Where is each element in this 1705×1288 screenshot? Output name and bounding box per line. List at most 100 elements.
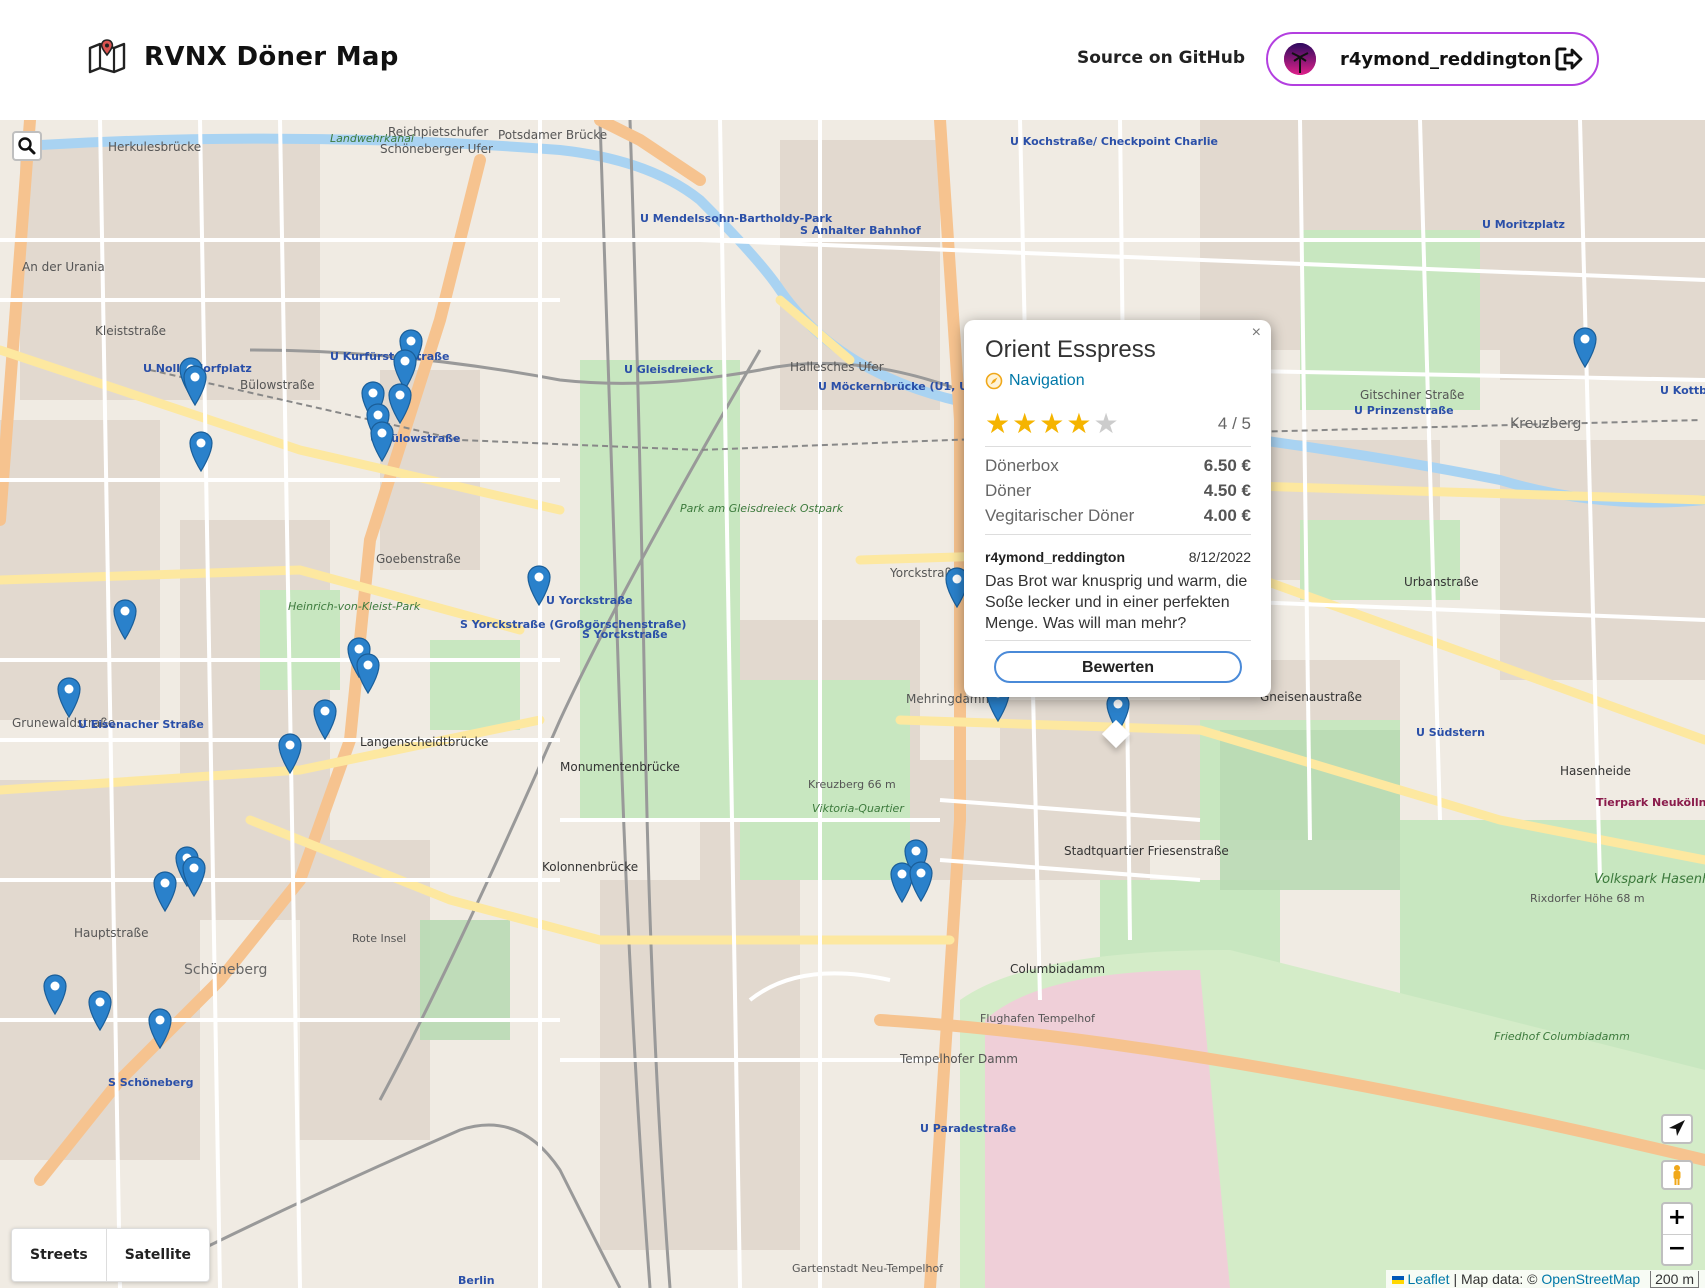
layer-streets-button[interactable]: Streets bbox=[12, 1229, 107, 1281]
map-label: Kolonnenbrücke bbox=[542, 860, 639, 874]
layer-satellite-button[interactable]: Satellite bbox=[107, 1229, 209, 1281]
price-list: Dönerbox 6.50 € Döner 4.50 € Vegitarisch… bbox=[985, 447, 1251, 535]
shop-popup: × Orient Esspress Navigation ★★★★★ 4 / 5… bbox=[964, 320, 1271, 697]
review-header: r4ymond_reddington 8/12/2022 bbox=[985, 549, 1251, 565]
map-label: U Gleisdreieck bbox=[624, 363, 714, 376]
user-menu[interactable]: r4ymond_reddington bbox=[1266, 32, 1599, 86]
map-marker[interactable] bbox=[312, 698, 338, 740]
brand[interactable]: RVNX Döner Map bbox=[88, 38, 399, 76]
map-label: Heinrich-von-Kleist-Park bbox=[288, 600, 421, 613]
map-label: Tierpark Neukölln bbox=[1596, 796, 1705, 809]
streetview-button[interactable] bbox=[1661, 1160, 1693, 1190]
compass-icon bbox=[985, 372, 1003, 390]
review-author: r4ymond_reddington bbox=[985, 549, 1126, 565]
popup-close-button[interactable]: × bbox=[1252, 324, 1261, 342]
navigation-label: Navigation bbox=[1009, 372, 1085, 389]
zoom-control: + − bbox=[1661, 1202, 1693, 1266]
map-label: U Südstern bbox=[1416, 726, 1485, 739]
map-label: Urbanstraße bbox=[1404, 575, 1479, 589]
shop-name: Orient Esspress bbox=[985, 336, 1156, 363]
search-icon bbox=[18, 137, 36, 155]
map-label: An der Urania bbox=[22, 260, 105, 274]
user-name: r4ymond_reddington bbox=[1340, 48, 1552, 70]
attribution-text: | Map data: © bbox=[1453, 1271, 1538, 1287]
star-icon: ★ bbox=[1093, 408, 1119, 439]
map-marker[interactable] bbox=[369, 420, 395, 462]
map-label: Landwehrkanal bbox=[330, 132, 414, 145]
map-label: Viktoria-Quartier bbox=[812, 802, 904, 815]
map-label: U Eisenacher Straße bbox=[78, 718, 204, 731]
map-label: Gartenstadt Neu-Tempelhof bbox=[792, 1262, 944, 1275]
price-value: 4.00 € bbox=[1203, 506, 1251, 525]
map-label: S Yorckstraße bbox=[582, 628, 668, 641]
navbar: RVNX Döner Map Source on GitHub r4ymond_… bbox=[0, 0, 1705, 120]
map-label: Gitschiner Straße bbox=[1360, 388, 1465, 402]
location-arrow-icon bbox=[1669, 1120, 1685, 1136]
streetview-pegman-icon bbox=[1673, 1165, 1681, 1185]
rate-button[interactable]: Bewerten bbox=[994, 651, 1242, 683]
map-marker[interactable] bbox=[1572, 326, 1598, 368]
zoom-out-button[interactable]: − bbox=[1663, 1235, 1691, 1265]
github-link[interactable]: Source on GitHub bbox=[1077, 48, 1245, 68]
map-label: U Kottbusser Tor bbox=[1660, 384, 1705, 397]
map-marker[interactable] bbox=[42, 973, 68, 1015]
map-label: Columbiadamm bbox=[1010, 962, 1106, 976]
rating-value: 4 / 5 bbox=[1217, 414, 1251, 433]
map-label: Monumentenbrücke bbox=[560, 760, 680, 774]
map-label: Hauptstraße bbox=[74, 926, 149, 940]
map-label: Bülowstraße bbox=[240, 378, 315, 392]
osm-link[interactable]: OpenStreetMap bbox=[1541, 1271, 1640, 1287]
map-label: Gneisenaustraße bbox=[1260, 690, 1363, 704]
map-label: U Kurfürstenstraße bbox=[330, 350, 450, 363]
map-label: U Paradestraße bbox=[920, 1122, 1017, 1135]
leaflet-link[interactable]: Leaflet bbox=[1408, 1271, 1450, 1287]
map-marker[interactable] bbox=[112, 598, 138, 640]
map-marker[interactable] bbox=[87, 989, 113, 1031]
map-label: Potsdamer Brücke bbox=[498, 128, 608, 142]
map-label: Stadtquartier Friesenstraße bbox=[1064, 844, 1229, 858]
locate-button[interactable] bbox=[1661, 1114, 1693, 1144]
map-label: Langenscheidtbrücke bbox=[360, 735, 489, 749]
scale-bar: 200 m bbox=[1650, 1271, 1699, 1288]
map-tiles bbox=[0, 120, 1705, 1288]
leaflet-flag-icon bbox=[1391, 1276, 1404, 1285]
map-label: Park am Gleisdreieck Ostpark bbox=[680, 502, 844, 515]
app-title: RVNX Döner Map bbox=[144, 42, 399, 72]
price-row: Dönerbox 6.50 € bbox=[985, 456, 1251, 476]
star-rating: ★★★★★ bbox=[985, 410, 1121, 438]
map-marker[interactable] bbox=[526, 564, 552, 606]
map-label: Kleiststraße bbox=[95, 324, 167, 338]
price-item: Vegitarischer Döner bbox=[985, 506, 1135, 525]
map-label: U Prinzenstraße bbox=[1354, 404, 1454, 417]
star-icon: ★ bbox=[985, 408, 1011, 439]
map-marker[interactable] bbox=[355, 652, 381, 694]
layer-switcher: Streets Satellite bbox=[11, 1228, 211, 1282]
zoom-in-button[interactable]: + bbox=[1663, 1204, 1691, 1235]
map-marker[interactable] bbox=[277, 732, 303, 774]
map-label: Hasenheide bbox=[1560, 764, 1631, 778]
map-attribution: Leaflet | Map data: © OpenStreetMap 200 … bbox=[1385, 1270, 1705, 1288]
price-value: 6.50 € bbox=[1203, 456, 1251, 475]
map-marker[interactable] bbox=[908, 860, 934, 902]
price-item: Döner bbox=[985, 481, 1032, 500]
map-label: Rote Insel bbox=[352, 932, 407, 945]
map-label: U Möckernbrücke (U1, U3) bbox=[818, 380, 981, 393]
price-item: Dönerbox bbox=[985, 456, 1059, 475]
map-marker[interactable] bbox=[188, 430, 214, 472]
map-label: Rixdorfer Höhe 68 m bbox=[1530, 892, 1645, 905]
map-label: U Kochstraße/ Checkpoint Charlie bbox=[1010, 135, 1218, 148]
map-marker[interactable] bbox=[182, 364, 208, 406]
map-label: Goebenstraße bbox=[376, 552, 461, 566]
map-marker[interactable] bbox=[147, 1007, 173, 1049]
map-label: U Yorckstraße bbox=[546, 594, 633, 607]
map-label: Volkspark Hasenheide bbox=[1594, 872, 1705, 887]
avatar bbox=[1284, 43, 1316, 75]
map-marker[interactable] bbox=[56, 676, 82, 718]
sign-out-icon[interactable] bbox=[1555, 46, 1583, 72]
navigation-link[interactable]: Navigation bbox=[985, 372, 1251, 390]
map-view[interactable]: Herkulesbrücke Reichpietschufer Potsdame… bbox=[0, 120, 1705, 1288]
map-marker[interactable] bbox=[181, 855, 207, 897]
map-marker[interactable] bbox=[152, 870, 178, 912]
search-button[interactable] bbox=[12, 131, 42, 161]
map-label: Schöneberg bbox=[184, 962, 268, 978]
